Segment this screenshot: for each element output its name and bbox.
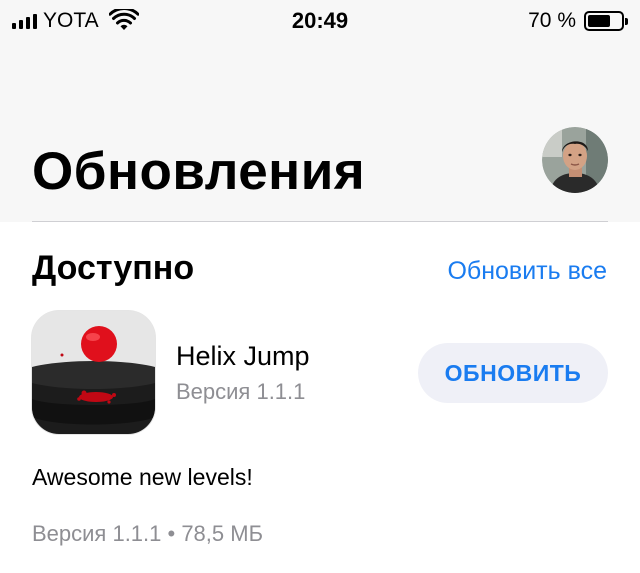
avatar[interactable] <box>542 127 608 193</box>
battery-icon <box>584 11 628 31</box>
battery-tip <box>625 18 628 25</box>
updates-screen: YOTA 20:49 70 % Обновления Доступно Обно… <box>0 0 640 573</box>
app-name: Helix Jump <box>176 341 310 371</box>
update-button[interactable]: ОБНОВИТЬ <box>418 343 608 403</box>
status-right: 70 % <box>528 9 628 33</box>
update-all-button[interactable]: Обновить все <box>447 256 607 286</box>
header: Обновления <box>0 42 640 222</box>
section-title-available: Доступно <box>32 249 195 287</box>
header-divider <box>32 221 608 222</box>
app-meta-info: Версия 1.1.1 • 78,5 МБ <box>32 521 264 546</box>
profile-avatar-icon <box>542 127 608 193</box>
status-bar: YOTA 20:49 70 % <box>0 0 640 42</box>
app-icon-helix-jump[interactable] <box>32 311 155 434</box>
page-title: Обновления <box>32 142 366 201</box>
battery-percent: 70 % <box>528 9 576 32</box>
helix-jump-icon <box>32 311 155 434</box>
battery-level-fill <box>588 15 611 27</box>
app-version: Версия 1.1.1 <box>176 379 306 404</box>
release-notes: Awesome new levels! <box>32 464 253 490</box>
